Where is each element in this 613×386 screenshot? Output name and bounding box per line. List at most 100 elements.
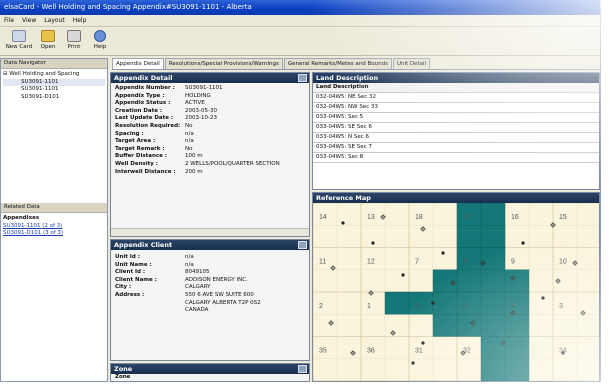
zone-panel: Zone Zone (110, 363, 310, 382)
section-number: 11 (319, 259, 326, 266)
table-row[interactable]: 033-04W5: N Sec 6 (313, 133, 599, 143)
menu-view[interactable]: View (18, 15, 40, 26)
field-row: Client Name : ADDISON ENERGY INC. (111, 277, 309, 285)
field-value: n/a (185, 254, 194, 260)
field-value: CANADA (185, 307, 209, 314)
print-label: Print (67, 44, 81, 50)
menu-file[interactable]: File (0, 15, 18, 26)
well-symbol (411, 361, 415, 365)
title-bar: elsaCard - Well Holding and Spacing Appe… (0, 0, 600, 15)
holding-cell (456, 225, 482, 248)
open-button[interactable]: Open (36, 29, 60, 53)
field-row: CANADA (111, 307, 309, 315)
field-value: 550 6 AVE SW SUITE 600 (185, 291, 254, 298)
table-row[interactable]: 033-04W5: SE Sec 7 (313, 143, 599, 153)
table-row[interactable]: 033-04W5: SE Sec 6 (313, 123, 599, 133)
reference-map-panel: Reference Map 14 13 18 17 16 15 11 12 7 8 9 10 2 1 6 5 4… (312, 192, 600, 382)
tree-item-label: SU3091-1101 (21, 86, 59, 92)
field-label: Appendix Status : (115, 100, 171, 107)
window-title: elsaCard - Well Holding and Spacing Appe… (4, 3, 252, 11)
menu-help[interactable]: Help (69, 15, 91, 26)
field-value: 200 m (185, 168, 203, 175)
related-link[interactable]: SU3091-1101 (2 of 3) (3, 223, 105, 231)
tab-appendix-detail[interactable]: Appendix Detail (112, 58, 164, 69)
well-symbol (341, 221, 345, 225)
field-row: Target Remark : No (111, 146, 309, 154)
field-row: City : CALGARY (111, 284, 309, 292)
field-value: 2 WELLS/POOL/QUARTER SECTION (185, 160, 280, 167)
field-value: n/a (185, 261, 194, 268)
section-number: 35 (319, 348, 327, 355)
well-symbol (441, 251, 445, 255)
print-button[interactable]: Print (62, 29, 86, 53)
table-row[interactable]: 032-04W5: NW Sec 33 (313, 103, 599, 113)
holding-cell (504, 336, 530, 359)
field-row: Creation Date : 2003-05-30 (111, 108, 309, 116)
holding-cell (456, 291, 482, 315)
land-description-header: Land Description (313, 73, 599, 83)
help-button[interactable]: Help (88, 29, 112, 53)
field-label: Resolution Required: (115, 122, 181, 129)
section-number: 1 (367, 303, 371, 310)
appendix-client-header: Appendix Client (111, 240, 309, 250)
field-value: ACTIVE (185, 100, 205, 107)
field-row: Resolution Required: No (111, 123, 309, 131)
field-value: n/a (185, 138, 194, 145)
field-label: Interwell Distance : (115, 168, 176, 175)
section-number: 2 (319, 303, 323, 310)
field-label: Unit Id : (115, 254, 140, 260)
field-row: Client Id : 8049105 (111, 269, 309, 277)
folder-icon (41, 30, 55, 42)
table-row[interactable]: 033-04W5: Sec 5 (313, 113, 599, 123)
collapse-button[interactable] (298, 74, 307, 82)
section-number: 7 (415, 259, 419, 266)
field-value: 8049105 (185, 269, 210, 276)
section-number: 18 (415, 214, 423, 221)
horizontal-scrollbar[interactable] (111, 228, 309, 236)
field-row: Target Area : n/a (111, 138, 309, 146)
collapse-button[interactable] (298, 241, 307, 249)
tab-general-remarks[interactable]: General Remarks/Metes and Bounds (283, 58, 392, 69)
tree-item[interactable]: SU3091-D101 (3, 94, 105, 102)
field-label: Last Update Date : (115, 115, 174, 122)
field-row: Unit Name : n/a (111, 262, 309, 270)
holding-cell (384, 291, 410, 315)
field-value: CALGARY ALBERTA T2P 0S2 (185, 299, 261, 306)
field-row: CALGARY ALBERTA T2P 0S2 (111, 300, 309, 308)
field-value: 2003-05-30 (185, 107, 217, 114)
field-label: Address : (115, 291, 145, 298)
new-card-button[interactable]: New Card (4, 29, 34, 53)
holding-cell (432, 269, 458, 293)
related-link[interactable]: SU3091-D101 (3 of 3) (3, 230, 105, 238)
well-symbol (421, 341, 425, 345)
holding-cell (480, 314, 506, 337)
reference-map[interactable]: 14 13 18 17 16 1511 12 7 8 9 102 1 6 5 4 335 36 31 32 34 (313, 203, 600, 381)
menu-layout[interactable]: Layout (40, 15, 68, 26)
tree-item[interactable]: SU3091-1101 (3, 86, 105, 94)
field-label: Target Area : (115, 138, 156, 145)
field-label: Client Name : (115, 276, 157, 283)
field-value: 100 m (185, 153, 203, 160)
tree-root[interactable]: ⊟ Well Holding and Spacing (3, 71, 105, 79)
well-symbol (431, 301, 435, 305)
related-data: Related Data Appendixes SU3091-1101 (2 o… (1, 203, 107, 240)
tree-item[interactable]: SU3091-1101 (3, 78, 105, 86)
collapse-button[interactable] (298, 365, 307, 373)
tab-unit-detail[interactable]: Unit Detail (392, 58, 431, 69)
holding-cell (480, 358, 506, 381)
well-symbol (371, 241, 375, 245)
section-number: 5 (463, 303, 467, 310)
left-pane: Data Navigator ⊟ Well Holding and Spacin… (0, 58, 108, 382)
section-number: 6 (415, 303, 419, 310)
tab-resolutions[interactable]: Resolutions/Special Provisions/Warnings (164, 58, 283, 69)
section-number: 10 (559, 259, 567, 266)
field-row: Buffer Distance : 100 m (111, 153, 309, 161)
zone-label: Zone (115, 374, 131, 380)
table-row[interactable]: 032-04W5: NE Sec 32 (313, 93, 599, 103)
table-row[interactable]: 033-04W5: Sec 8 (313, 153, 599, 163)
field-value: 2003-10-23 (185, 115, 217, 122)
field-value: ADDISON ENERGY INC. (185, 276, 248, 283)
land-description-panel: Land Description Land Description 032-04… (312, 72, 600, 190)
field-label: Spacing : (115, 130, 144, 137)
new-card-label: New Card (5, 44, 33, 50)
